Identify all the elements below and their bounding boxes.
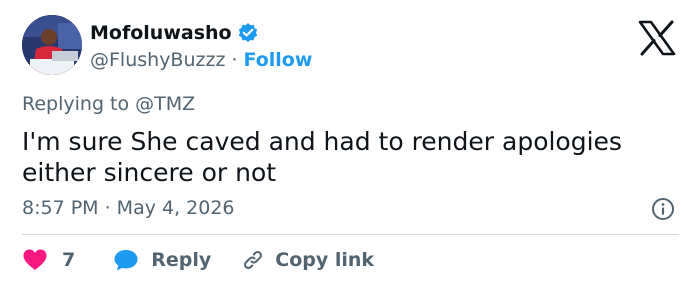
info-icon[interactable] xyxy=(651,197,675,221)
reply-button[interactable]: Reply xyxy=(113,248,211,272)
heart-icon xyxy=(23,249,47,270)
avatar[interactable] xyxy=(22,15,82,75)
reply-label: Reply xyxy=(151,249,212,271)
like-button[interactable]: 7 xyxy=(22,248,75,272)
verified-badge-icon xyxy=(237,22,259,44)
author-display-name[interactable]: Mofoluwasho xyxy=(90,22,232,44)
tweet-card: Mofoluwasho @FlushyBuzzz · Follow Replyi… xyxy=(0,0,700,287)
copy-link-label: Copy link xyxy=(275,249,375,271)
handle-separator: · xyxy=(231,49,238,71)
copy-link-button[interactable]: Copy link xyxy=(241,248,374,272)
author-name-row: Mofoluwasho xyxy=(90,20,259,46)
x-logo-icon[interactable] xyxy=(637,20,677,56)
like-count: 7 xyxy=(62,249,76,271)
link-icon xyxy=(244,251,263,269)
author-handle[interactable]: @FlushyBuzzz xyxy=(90,49,225,71)
author-handle-row: @FlushyBuzzz · Follow xyxy=(90,47,312,73)
replying-to[interactable]: Replying to @TMZ xyxy=(22,93,195,115)
divider xyxy=(22,234,679,235)
follow-link[interactable]: Follow xyxy=(243,49,312,71)
tweet-timestamp[interactable]: 8:57 PM · May 4, 2026 xyxy=(22,197,235,219)
action-bar: 7 Reply Copy link xyxy=(22,246,374,274)
tweet-text: I'm sure She caved and had to render apo… xyxy=(22,127,622,187)
reply-bubble-icon xyxy=(114,250,138,271)
